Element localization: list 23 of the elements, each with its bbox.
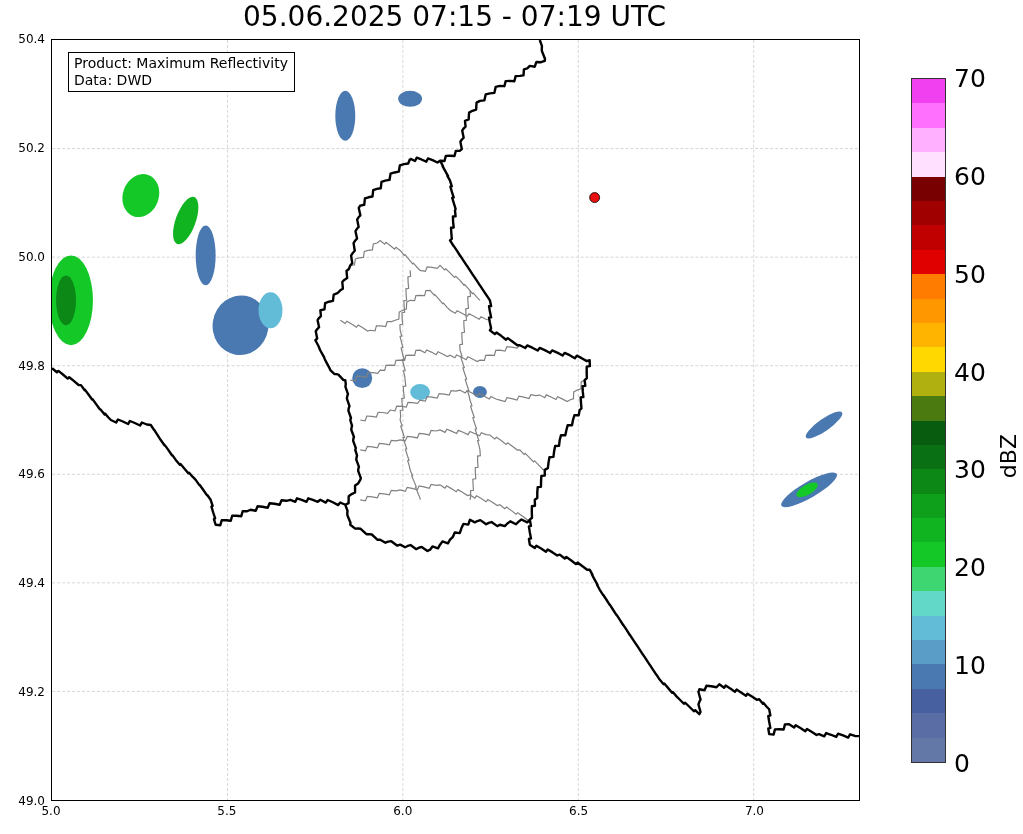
chart-title: 05.06.2025 07:15 - 07:19 UTC <box>243 0 666 33</box>
x-tick-label: 7.0 <box>744 804 764 818</box>
colorbar-tick-label: 0 <box>954 748 970 778</box>
y-tick-label: 50.0 <box>18 249 45 264</box>
annotation-text: Product: Maximum Reflectivity <box>74 55 288 72</box>
y-tick-label: 49.6 <box>18 467 45 482</box>
x-tick-label: 6.0 <box>393 804 413 818</box>
colorbar-tick-label: 30 <box>954 454 986 484</box>
colorbar-tick-label: 60 <box>954 161 986 191</box>
annotation-text: Data: DWD <box>74 72 153 89</box>
colorbar-label: dBZ <box>996 433 1021 479</box>
y-tick-label: 49.8 <box>18 358 45 373</box>
x-tick-label: 6.5 <box>569 804 589 818</box>
colorbar-tick-label: 50 <box>954 259 986 289</box>
y-tick-label: 49.2 <box>18 685 45 700</box>
colorbar-tick-label: 20 <box>954 552 986 582</box>
colorbar-tick-label: 10 <box>954 650 986 680</box>
colorbar-tick-label: 70 <box>954 63 986 93</box>
colorbar-tick-label: 40 <box>954 357 986 387</box>
x-tick-label: 5.5 <box>217 804 237 818</box>
y-tick-label: 50.2 <box>18 140 45 155</box>
y-tick-label: 49.4 <box>18 576 45 591</box>
y-tick-label: 50.4 <box>18 32 45 46</box>
